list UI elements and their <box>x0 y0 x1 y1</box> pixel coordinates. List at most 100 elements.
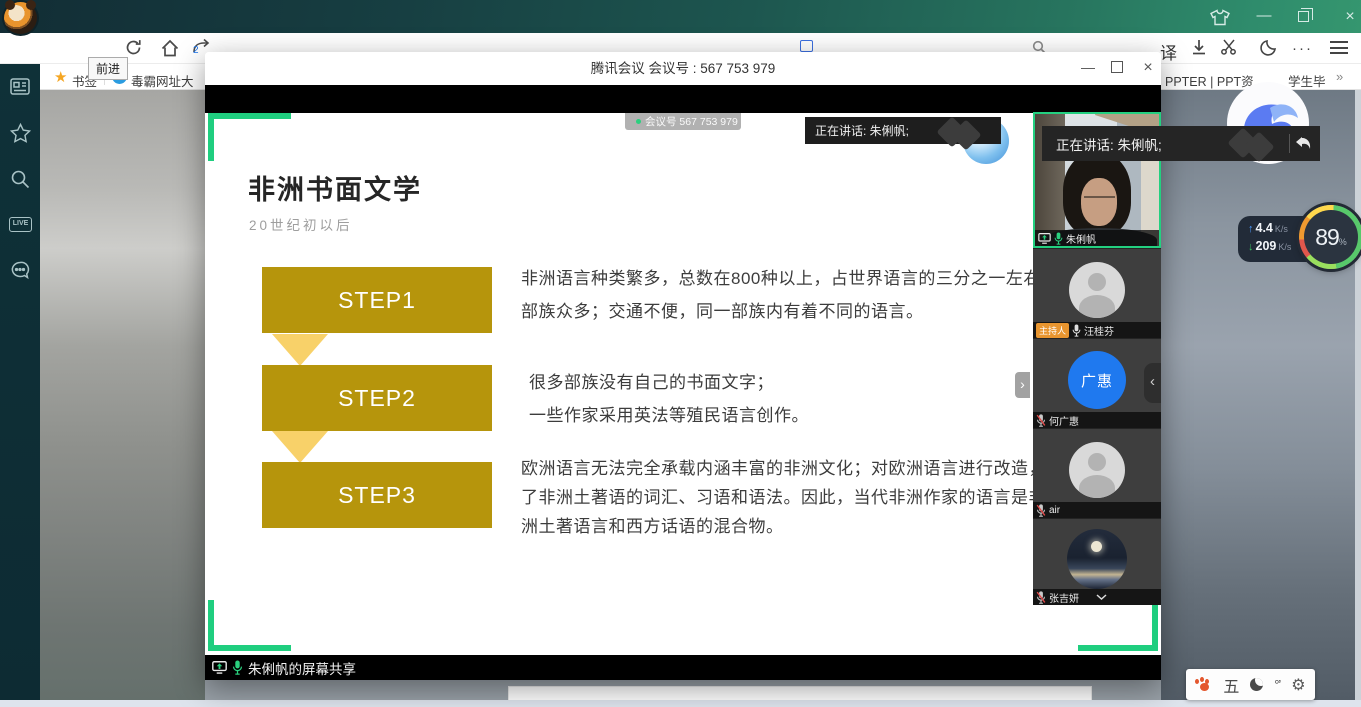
upload-arrow-icon: ↑ <box>1248 223 1254 235</box>
speaking-toast-text: 正在讲话: 朱俐帆; <box>815 122 909 139</box>
slide-paragraph3-line2: 了非洲土著语的词汇、习语和语法。因此，当代非洲作家的语言是非 <box>521 483 1046 508</box>
download-icon[interactable] <box>1190 38 1208 61</box>
translate-icon[interactable]: 译 <box>1160 39 1177 64</box>
forward-tooltip: 前进 <box>88 57 128 80</box>
speaker-glasses <box>1084 196 1115 203</box>
page-background-left <box>40 90 205 700</box>
step2-box: STEP2 <box>262 365 492 431</box>
mic-muted-icon <box>1036 414 1046 427</box>
mic-muted-icon <box>1036 504 1046 517</box>
sogou-paw-icon[interactable] <box>1195 677 1212 692</box>
down-arrow-icon <box>272 431 328 463</box>
slide-paragraph2-line1: 很多部族没有自己的书面文字； <box>529 368 774 393</box>
avatar-silhouette <box>1069 262 1125 318</box>
meeting-close-button[interactable]: × <box>1137 58 1159 78</box>
participant-tile-host[interactable]: 主持人 汪桂芬 <box>1033 248 1161 338</box>
upload-unit: K/s <box>1275 224 1288 234</box>
gauge-unit: % <box>1339 237 1347 247</box>
mic-on-icon <box>1054 232 1063 245</box>
speaking-toast-text: 正在讲话: 朱俐帆; <box>1056 134 1162 154</box>
screen-share-icon <box>1038 233 1051 244</box>
ime-toolbar[interactable]: 五 °’ ⚙ <box>1186 669 1315 700</box>
participant-label: air <box>1033 502 1161 518</box>
sidebar-expand-handle[interactable]: › <box>1015 372 1030 398</box>
night-mode-moon-icon[interactable] <box>1260 38 1278 61</box>
addressbar-site-icon <box>800 40 813 52</box>
ime-mode-label[interactable]: 五 <box>1223 673 1239 697</box>
meeting-toolbar-strip <box>205 85 1161 113</box>
download-unit: K/s <box>1278 242 1291 252</box>
page-scrollbar[interactable] <box>1355 90 1361 700</box>
share-frame-bottom-right-h <box>1078 645 1158 651</box>
favorites-star-icon[interactable] <box>10 123 30 143</box>
browser-close-button[interactable]: × <box>1340 8 1360 28</box>
bookmark-overflow-icon[interactable]: » <box>1336 69 1343 84</box>
performance-gauge[interactable]: 89 % <box>1299 205 1361 269</box>
participant-tile-guanghui[interactable]: 广惠 何广惠 <box>1033 338 1161 428</box>
down-arrow-icon <box>272 334 328 366</box>
tencent-meeting-window: 腾讯会议 会议号 : 567 753 979 — × 会议号 567 753 9… <box>205 52 1161 680</box>
bookmark-duba[interactable]: 毒霸网址大 <box>131 71 194 90</box>
share-frame-bottom-left-v <box>208 600 214 651</box>
participant-label: 张吉妍 <box>1033 589 1161 605</box>
download-arrow-icon: ↓ <box>1248 241 1254 253</box>
bookmark-star-icon[interactable]: ★ <box>54 68 67 86</box>
browser-skin-icon[interactable] <box>1210 9 1230 29</box>
meeting-maximize-button[interactable] <box>1111 61 1123 73</box>
slide-title: 非洲书面文学 <box>248 168 422 207</box>
ime-settings-gear-icon[interactable]: ⚙ <box>1291 677 1305 693</box>
screenshot-scissors-icon[interactable] <box>1220 38 1238 61</box>
meeting-title: 腾讯会议 会议号 : 567 753 979 <box>205 52 1161 85</box>
speaking-toast-large: 正在讲话: 朱俐帆; <box>1042 126 1320 161</box>
participant-name: 张吉妍 <box>1049 590 1079 605</box>
speaker-name: 朱俐帆 <box>1066 231 1096 246</box>
messages-chat-icon[interactable] <box>10 261 30 281</box>
speaker-label: 朱俐帆 <box>1035 230 1159 246</box>
avatar-initials: 广惠 <box>1068 351 1126 409</box>
share-banner-text: 朱俐帆的屏幕共享 <box>248 658 356 678</box>
speaking-toast: 正在讲话: 朱俐帆; <box>805 117 1001 144</box>
share-frame-top-left-v <box>208 113 214 161</box>
browser-restore-button[interactable] <box>1298 11 1309 22</box>
participant-tile-air[interactable]: air <box>1033 428 1161 518</box>
meeting-titlebar[interactable]: 腾讯会议 会议号 : 567 753 979 — × <box>205 52 1161 85</box>
browser-minimize-button[interactable]: — <box>1252 8 1276 28</box>
page-background-right <box>1161 90 1355 700</box>
download-value: 209 <box>1256 239 1277 253</box>
slide-paragraph3-line3: 洲土著语言和西方话语的混合物。 <box>521 512 784 537</box>
home-button[interactable] <box>160 38 180 63</box>
mic-on-icon <box>1072 324 1081 337</box>
page-bottom-edge <box>0 700 1361 707</box>
chevron-down-icon[interactable] <box>1096 594 1107 600</box>
participant-label: 何广惠 <box>1033 412 1161 428</box>
participant-name: 何广惠 <box>1049 413 1079 428</box>
recording-dot-icon <box>636 119 641 124</box>
history-count-badge: 2 <box>193 45 199 56</box>
browser-logo-leopard-icon[interactable] <box>2 0 39 36</box>
upload-value: 4.4 <box>1256 221 1273 235</box>
slide-paragraph1-line1: 非洲语言种类繁多，总数在800种以上，占世界语言的三分之一左右； <box>521 264 1058 289</box>
host-badge: 主持人 <box>1036 323 1069 338</box>
step3-box: STEP3 <box>262 462 492 528</box>
share-banner: 朱俐帆的屏幕共享 <box>205 655 1161 680</box>
ime-punctuation-icon[interactable]: °’ <box>1274 677 1280 692</box>
search-icon[interactable] <box>10 169 30 189</box>
step1-box: STEP1 <box>262 267 492 333</box>
main-menu-icon[interactable] <box>1330 41 1348 54</box>
participant-tile-zhang[interactable]: 张吉妍 <box>1033 518 1161 605</box>
live-icon[interactable]: LIVE <box>9 217 32 232</box>
reply-arrow-icon[interactable] <box>1294 135 1312 151</box>
more-menu-icon[interactable]: ··· <box>1292 40 1313 57</box>
meeting-id-pill: 会议号 567 753 979 <box>625 113 741 130</box>
meeting-minimize-button[interactable]: — <box>1077 58 1099 78</box>
share-frame-bottom-left-h <box>208 645 291 651</box>
ime-moon-icon[interactable] <box>1250 678 1263 691</box>
share-frame-top-left-h <box>208 113 291 119</box>
news-feed-icon[interactable] <box>10 78 30 98</box>
avatar-photo-moon <box>1067 529 1127 589</box>
browser-tab-strip <box>0 0 1361 33</box>
roster-collapse-handle[interactable]: ‹ <box>1144 363 1161 403</box>
participant-name: 汪桂芬 <box>1084 323 1114 338</box>
screen-share-icon <box>212 661 227 674</box>
slide-paragraph1-line2: 部族众多；交通不便，同一部族内有着不同的语言。 <box>521 297 924 322</box>
